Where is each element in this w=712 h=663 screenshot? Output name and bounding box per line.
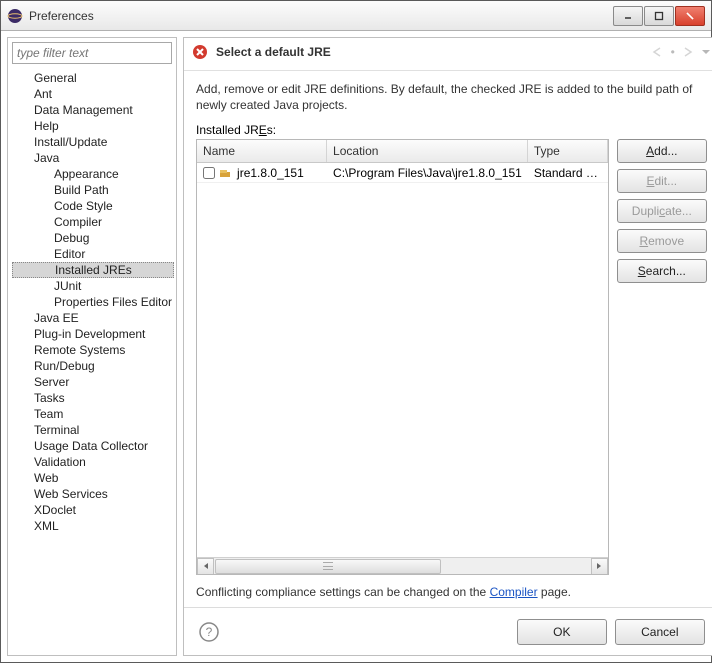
jre-location: C:\Program Files\Java\jre1.8.0_151 [327,164,528,182]
tree-item[interactable]: Editor [12,246,174,262]
search-button[interactable]: Search... [617,259,707,283]
dialog-footer: ? OK Cancel [184,607,712,655]
preferences-window: Preferences GeneralAntData ManagementHel… [0,0,712,663]
titlebar: Preferences [1,1,711,31]
page-title: Select a default JRE [216,45,651,59]
jre-mid-row: Name Location Type jre1.8.0_151 C:\Progra… [196,139,707,575]
horizontal-scrollbar[interactable] [197,557,608,574]
table-row[interactable]: jre1.8.0_151 C:\Program Files\Java\jre1.8… [197,163,608,183]
nav-arrows: • [651,45,711,59]
page-description: Add, remove or edit JRE definitions. By … [196,81,707,113]
col-type[interactable]: Type [528,140,608,162]
tree-item[interactable]: Team [12,406,174,422]
tree-item[interactable]: XML [12,518,174,534]
tree-item[interactable]: Code Style [12,198,174,214]
scroll-track[interactable] [214,558,591,575]
tree-item[interactable]: Ant [12,86,174,102]
jre-type: Standard VM [528,164,608,182]
tree-item[interactable]: Plug-in Development [12,326,174,342]
page-header: Select a default JRE • [184,38,712,71]
tree-item[interactable]: General [12,70,174,86]
col-location[interactable]: Location [327,140,528,162]
scroll-right-icon[interactable] [591,558,608,575]
jre-checkbox[interactable] [203,167,215,179]
preference-tree[interactable]: GeneralAntData ManagementHelpInstall/Upd… [8,68,176,655]
maximize-button[interactable] [644,6,674,26]
tree-item[interactable]: Debug [12,230,174,246]
tree-item[interactable]: Server [12,374,174,390]
tree-item[interactable]: XDoclet [12,502,174,518]
window-title: Preferences [29,9,612,23]
jre-icon [219,167,233,179]
add-button[interactable]: Add... [617,139,707,163]
page-body: Add, remove or edit JRE definitions. By … [184,71,712,607]
installed-jres-label: Installed JREs: [196,123,707,137]
scroll-left-icon[interactable] [197,558,214,575]
close-button[interactable] [675,6,705,26]
compliance-note: Conflicting compliance settings can be c… [196,585,707,599]
tree-item[interactable]: Java [12,150,174,166]
minimize-button[interactable] [613,6,643,26]
tree-item[interactable]: Run/Debug [12,358,174,374]
detail-pane: Select a default JRE • Add, remove or ed… [183,37,712,656]
tree-item[interactable]: Install/Update [12,134,174,150]
scroll-thumb[interactable] [215,559,441,574]
table-header: Name Location Type [197,140,608,163]
edit-button[interactable]: Edit... [617,169,707,193]
tree-item[interactable]: Web [12,470,174,486]
back-icon[interactable] [651,46,665,58]
jre-buttons: Add... Edit... Duplicate... Remove Searc… [617,139,707,575]
app-icon [7,8,23,24]
content-area: GeneralAntData ManagementHelpInstall/Upd… [1,31,711,662]
tree-item[interactable]: Properties Files Editor [12,294,174,310]
remove-button[interactable]: Remove [617,229,707,253]
jre-table[interactable]: Name Location Type jre1.8.0_151 C:\Progra… [196,139,609,575]
tree-item[interactable]: Tasks [12,390,174,406]
error-icon [192,44,208,60]
help-icon[interactable]: ? [198,621,220,643]
window-controls [612,6,705,26]
tree-item[interactable]: Terminal [12,422,174,438]
tree-item[interactable]: Usage Data Collector [12,438,174,454]
tree-item[interactable]: Build Path [12,182,174,198]
tree-item[interactable]: Installed JREs [12,262,174,278]
ok-button[interactable]: OK [517,619,607,645]
filter-input[interactable] [12,42,172,64]
tree-item[interactable]: Compiler [12,214,174,230]
cancel-button[interactable]: Cancel [615,619,705,645]
tree-item[interactable]: JUnit [12,278,174,294]
tree-item[interactable]: Data Management [12,102,174,118]
tree-item[interactable]: Remote Systems [12,342,174,358]
tree-item[interactable]: Validation [12,454,174,470]
compiler-link[interactable]: Compiler [490,585,538,599]
tree-item[interactable]: Web Services [12,486,174,502]
jre-name: jre1.8.0_151 [237,166,304,180]
tree-item[interactable]: Appearance [12,166,174,182]
tree-pane: GeneralAntData ManagementHelpInstall/Upd… [7,37,177,656]
forward-icon[interactable] [681,46,695,58]
svg-text:?: ? [206,625,213,639]
duplicate-button[interactable]: Duplicate... [617,199,707,223]
menu-chevron-icon[interactable] [701,47,711,57]
col-name[interactable]: Name [197,140,327,162]
tree-item[interactable]: Java EE [12,310,174,326]
tree-item[interactable]: Help [12,118,174,134]
table-body[interactable]: jre1.8.0_151 C:\Program Files\Java\jre1.8… [197,163,608,557]
filter-wrap [8,38,176,68]
